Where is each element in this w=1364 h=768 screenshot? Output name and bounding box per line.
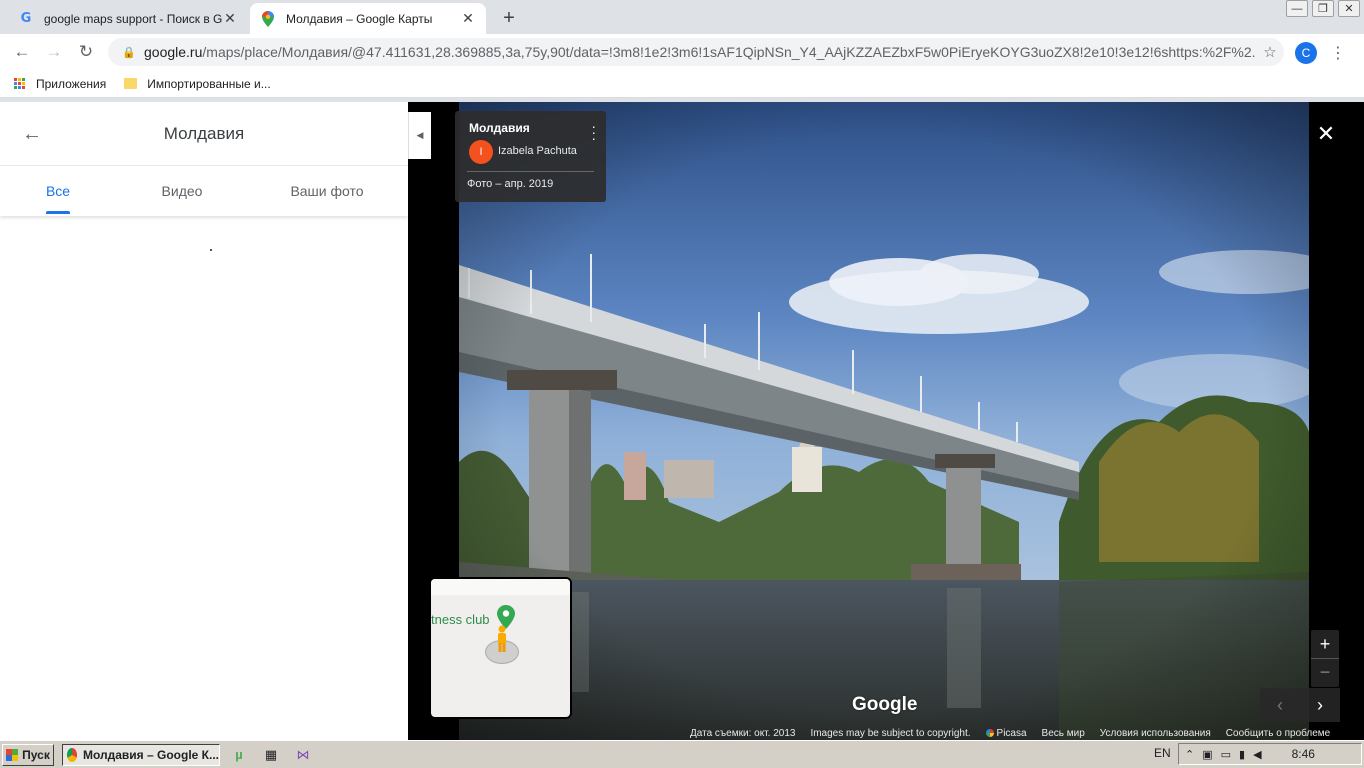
place-title: Молдавия xyxy=(163,123,245,143)
bookmark-imported-folder[interactable]: Импортированные и... xyxy=(124,77,271,91)
close-tab-icon[interactable]: ✕ xyxy=(222,10,238,27)
minimap-place-label: tness club xyxy=(431,612,490,627)
author-avatar[interactable]: I xyxy=(469,140,493,164)
apps-grid-icon xyxy=(14,77,26,90)
picasa-label: Picasa xyxy=(996,727,1027,739)
url-text[interactable]: google.ru/maps/place/Молдавия/@47.411631… xyxy=(144,44,1256,60)
close-icon[interactable]: ✕ xyxy=(1314,121,1338,146)
photo-place-name[interactable]: Молдавия xyxy=(469,121,530,135)
picasa-icon xyxy=(985,728,994,737)
side-panel-header: ← Молдавия xyxy=(0,102,408,166)
picasa-link[interactable]: Picasa xyxy=(985,727,1027,739)
photo-category-tabs: Все Видео Ваши фото xyxy=(0,166,408,216)
google-g-icon: G xyxy=(20,11,32,26)
maps-footer: Дата съемки: окт. 2013 Images may be sub… xyxy=(690,726,1345,740)
tab-google-search[interactable]: G google maps support - Поиск в Goo ✕ xyxy=(8,3,248,34)
photo-info-card: Молдавия · · · I Izabela Pachuta Фото – ап… xyxy=(455,111,606,202)
address-bar[interactable]: 🔒 google.ru/maps/place/Молдавия/@47.4116… xyxy=(108,38,1284,66)
zoom-in-button[interactable]: + xyxy=(1311,630,1339,658)
windows-flag-icon xyxy=(6,748,19,761)
loading-dot xyxy=(210,249,212,251)
minimize-window-button[interactable]: — xyxy=(1286,0,1308,17)
close-tab-icon[interactable]: ✕ xyxy=(460,10,476,27)
photo-date: Фото – апр. 2019 xyxy=(467,178,554,190)
world-link[interactable]: Весь мир xyxy=(1042,728,1085,739)
copyright-notice: Images may be subject to copyright. xyxy=(810,727,971,739)
google-logo: Google xyxy=(852,694,918,715)
media-player-icon[interactable]: ▦ xyxy=(262,746,280,764)
minimap-road xyxy=(431,579,570,595)
photo-author[interactable]: Izabela Pachuta xyxy=(498,145,577,157)
tab-title: google maps support - Поиск в Goo xyxy=(44,11,222,26)
new-tab-button[interactable]: + xyxy=(496,6,522,30)
window-controls: — ❐ ✕ xyxy=(1286,0,1360,17)
divider xyxy=(467,171,594,172)
tab-all[interactable]: Все xyxy=(0,166,116,216)
forward-arrow-icon[interactable]: → xyxy=(42,40,66,64)
back-arrow-icon[interactable]: ← xyxy=(20,122,44,146)
folder-icon xyxy=(124,78,138,89)
utorrent-icon[interactable]: µ xyxy=(230,746,248,764)
minimap[interactable]: tness club xyxy=(429,577,572,719)
start-label: Пуск xyxy=(22,747,50,762)
chrome-icon xyxy=(67,747,77,762)
bookmark-label: Импортированные и... xyxy=(147,76,271,91)
reload-icon[interactable]: ↻ xyxy=(74,40,98,64)
maps-content: ← Молдавия Все Видео Ваши фото ◀ Молдави… xyxy=(0,102,1364,740)
back-arrow-icon[interactable]: ← xyxy=(10,40,34,64)
tab-your-photos[interactable]: Ваши фото xyxy=(248,166,406,216)
visual-studio-icon[interactable]: ⋈ xyxy=(294,746,312,764)
capture-date: Дата съемки: окт. 2013 xyxy=(690,727,796,739)
tab-google-maps[interactable]: Молдавия – Google Карты ✕ xyxy=(250,3,486,34)
taskbar-window-chrome[interactable]: Молдавия – Google К... xyxy=(62,743,220,766)
restore-window-button[interactable]: ❐ xyxy=(1312,0,1334,17)
tray-expand-icon[interactable]: ⌃ xyxy=(1185,748,1194,761)
collapse-panel-button[interactable]: ◀ xyxy=(408,112,431,159)
photo-side-panel: ← Молдавия Все Видео Ваши фото xyxy=(0,102,408,740)
language-indicator[interactable]: EN xyxy=(1154,746,1171,760)
next-photo-icon[interactable]: › xyxy=(1300,688,1340,722)
task-label: Молдавия – Google К... xyxy=(82,747,219,762)
terms-link[interactable]: Условия использования xyxy=(1100,728,1211,739)
clock[interactable]: 8:46 xyxy=(1292,747,1315,761)
close-window-button[interactable]: ✕ xyxy=(1338,0,1360,17)
network-icon[interactable]: ▣ xyxy=(1202,748,1212,761)
pegman-icon xyxy=(498,625,506,652)
volume-icon[interactable]: ◀ xyxy=(1253,748,1261,761)
windows-taskbar: Пуск Молдавия – Google К... µ ▦ ⋈ EN ⌃ ▣… xyxy=(0,740,1364,768)
browser-menu-icon[interactable]: ⋮ xyxy=(1330,42,1346,64)
signal-icon[interactable]: ▮ xyxy=(1239,748,1245,761)
tab-video[interactable]: Видео xyxy=(116,166,248,216)
bookmark-label: Приложения xyxy=(36,76,107,91)
tab-strip: G google maps support - Поиск в Goo ✕ Мо… xyxy=(0,0,1364,34)
battery-icon[interactable]: ▭ xyxy=(1221,748,1231,761)
bookmark-apps[interactable]: Приложения xyxy=(14,77,106,91)
profile-avatar[interactable]: C xyxy=(1295,42,1317,64)
quick-launch: µ ▦ ⋈ xyxy=(230,746,312,764)
tab-title: Молдавия – Google Карты xyxy=(286,11,433,26)
photo-navigation: ‹ › xyxy=(1260,688,1340,722)
bookmark-star-icon[interactable]: ☆ xyxy=(1256,43,1284,61)
bookmarks-bar: Приложения Импортированные и... xyxy=(0,70,1364,98)
more-options-icon[interactable]: · · · xyxy=(591,119,596,145)
maps-pin-icon xyxy=(260,10,276,27)
previous-photo-icon[interactable]: ‹ xyxy=(1260,688,1300,722)
url-host: google.ru xyxy=(144,44,203,60)
start-button[interactable]: Пуск xyxy=(2,743,54,766)
lock-icon: 🔒 xyxy=(122,46,136,59)
zoom-out-button[interactable]: − xyxy=(1311,658,1339,686)
report-problem-link[interactable]: Сообщить о проблеме xyxy=(1226,728,1330,739)
system-tray: ⌃ ▣ ▭ ▮ ◀ 8:46 xyxy=(1178,743,1362,765)
zoom-control: + − xyxy=(1311,630,1339,687)
browser-toolbar: ← → ↻ 🔒 google.ru/maps/place/Молдавия/@4… xyxy=(0,34,1364,70)
url-path: /maps/place/Молдавия/@47.411631,28.36988… xyxy=(202,44,1256,60)
